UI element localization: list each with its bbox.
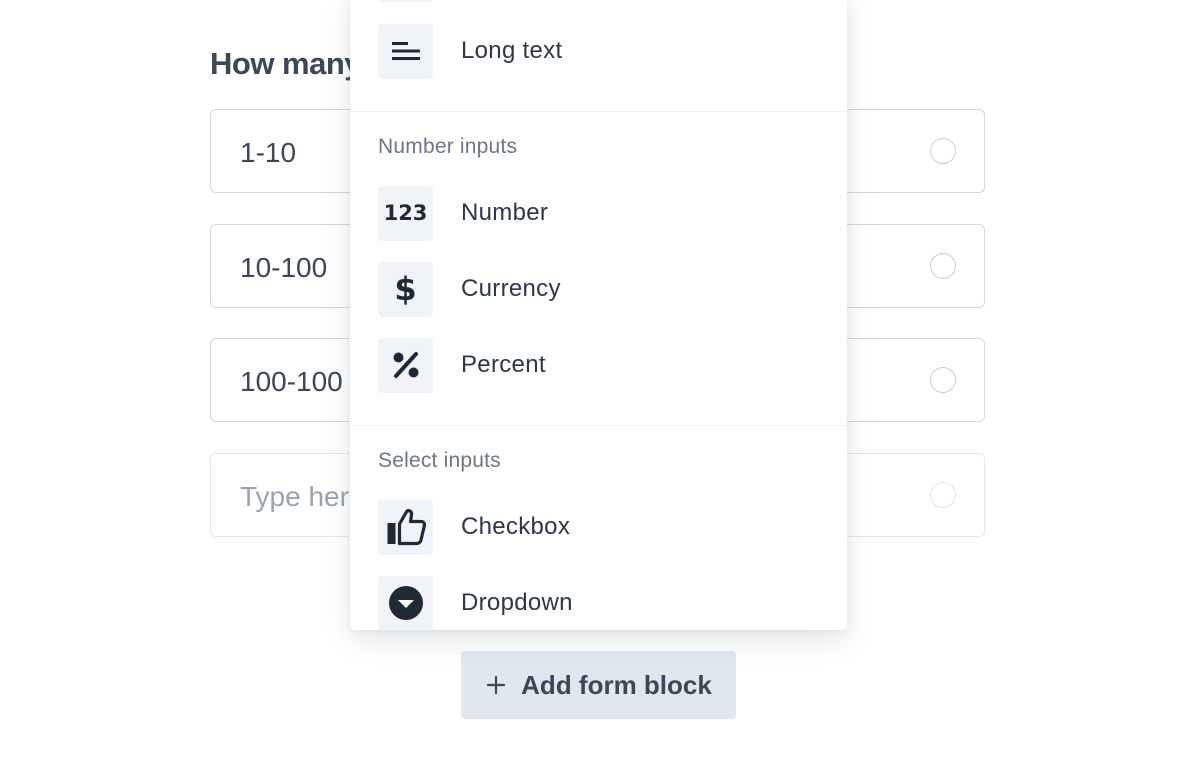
thumbs-up-icon [378, 499, 433, 555]
option-radio[interactable] [930, 367, 956, 393]
option-label[interactable]: 1-10 [240, 137, 296, 169]
menu-item-checkbox[interactable]: Checkbox [378, 499, 818, 555]
menu-item-dropdown[interactable]: Dropdown [378, 575, 818, 630]
menu-item-percent[interactable]: Percent [378, 337, 818, 393]
number-icon-glyph: 123 [383, 201, 428, 225]
section-label-select-inputs: Select inputs [378, 449, 501, 472]
section-label-number-inputs: Number inputs [378, 135, 518, 158]
menu-item-currency[interactable]: $ Currency [378, 261, 818, 317]
menu-item-long-text[interactable]: Long text [378, 23, 818, 79]
option-label[interactable]: 100-100 [240, 366, 343, 398]
dollar-icon-glyph: $ [394, 270, 417, 308]
percent-icon [378, 337, 433, 393]
option-radio[interactable] [930, 253, 956, 279]
new-option-placeholder[interactable]: Type her [240, 481, 349, 513]
menu-item-label: Percent [461, 351, 546, 378]
long-text-icon [378, 23, 433, 79]
menu-item-label: Long text [461, 37, 563, 64]
question-title: How many [210, 46, 362, 81]
menu-item-label: Dropdown [461, 589, 573, 616]
plus-icon [485, 674, 507, 696]
dollar-icon: $ [378, 261, 433, 317]
option-radio[interactable] [930, 138, 956, 164]
menu-item-icon-partial [378, 0, 433, 2]
add-form-block-label: Add form block [521, 669, 712, 700]
option-label[interactable]: 10-100 [240, 252, 327, 284]
menu-item-label: Currency [461, 275, 561, 302]
menu-item-label: Number [461, 199, 549, 226]
number-icon: 123 [378, 185, 433, 241]
menu-divider [350, 111, 847, 112]
option-radio [930, 482, 956, 508]
menu-item-label: Checkbox [461, 513, 571, 540]
block-type-menu: Long text Number inputs 123 Number $ Cur… [350, 0, 847, 630]
menu-divider [350, 425, 847, 426]
menu-item-number[interactable]: 123 Number [378, 185, 818, 241]
caret-down-circle-icon [378, 575, 433, 630]
add-form-block-button[interactable]: Add form block [461, 651, 736, 719]
